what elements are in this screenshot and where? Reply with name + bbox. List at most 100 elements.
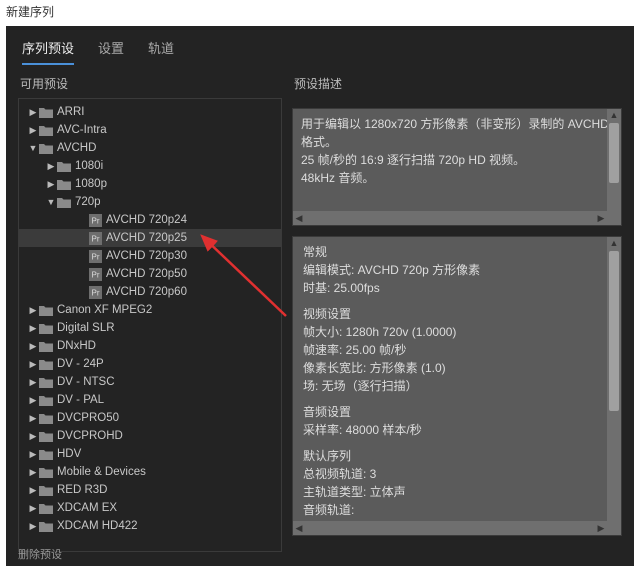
description-line: 用于编辑以 1280x720 方形像素（非变形）录制的 AVCHD 格式。	[301, 115, 613, 151]
folder-icon	[39, 521, 53, 532]
tab-bar: 序列预设 设置 轨道	[6, 26, 634, 75]
tree-folder[interactable]: ▶DVCPRO50	[19, 409, 281, 427]
tab-settings[interactable]: 设置	[98, 38, 124, 65]
tree-folder[interactable]: ▶HDV	[19, 445, 281, 463]
disclosure-right-icon[interactable]: ▶	[27, 445, 39, 463]
disclosure-right-icon[interactable]: ▶	[27, 409, 39, 427]
scroll-right-icon[interactable]: ▶	[595, 211, 607, 225]
tree-folder[interactable]: ▶Canon XF MPEG2	[19, 301, 281, 319]
tree-item-label: Digital SLR	[57, 319, 115, 337]
tree-item-label: AVCHD 720p24	[106, 211, 187, 229]
disclosure-right-icon[interactable]: ▶	[27, 463, 39, 481]
disclosure-right-icon[interactable]: ▶	[27, 427, 39, 445]
tree-preset[interactable]: PrAVCHD 720p24	[19, 211, 281, 229]
svg-text:Pr: Pr	[92, 252, 100, 261]
tree-preset[interactable]: Pr AVCHD 720p25	[19, 229, 281, 247]
tree-folder[interactable]: ▼720p	[19, 193, 281, 211]
disclosure-right-icon[interactable]: ▶	[27, 319, 39, 337]
scroll-left-icon[interactable]: ◀	[293, 521, 305, 535]
disclosure-right-icon[interactable]: ▶	[27, 499, 39, 517]
tree-item-label: Mobile & Devices	[57, 463, 146, 481]
tree-item-label: DV - NTSC	[57, 373, 115, 391]
preset-icon: Pr	[89, 250, 102, 263]
available-presets-label: 可用预设	[18, 75, 282, 92]
detail-line: 帧大小: 1280h 720v (1.0000)	[303, 323, 611, 341]
svg-text:Pr: Pr	[92, 270, 100, 279]
tree-preset[interactable]: PrAVCHD 720p30	[19, 247, 281, 265]
tree-folder[interactable]: ▶ ARRI	[19, 103, 281, 121]
preset-tree[interactable]: ▶ARRI▶AVC-Intra▼AVCHD▶1080i▶1080p▼720pPr…	[18, 98, 282, 552]
tree-folder[interactable]: ▶ DV - NTSC	[19, 373, 281, 391]
window-title: 新建序列	[6, 3, 54, 20]
tree-preset[interactable]: PrAVCHD 720p50	[19, 265, 281, 283]
preset-icon: Pr	[89, 286, 102, 299]
tree-folder[interactable]: ▶DV - 24P	[19, 355, 281, 373]
delete-preset-link[interactable]: 删除预设	[18, 546, 62, 562]
detail-line: 帧速率: 25.00 帧/秒	[303, 341, 611, 359]
scroll-left-icon[interactable]: ◀	[293, 211, 305, 225]
disclosure-right-icon[interactable]: ▶	[27, 517, 39, 535]
scrollbar-vertical[interactable]: ▲ ▼	[607, 237, 621, 535]
scroll-thumb[interactable]	[609, 123, 619, 183]
tab-tracks[interactable]: 轨道	[148, 38, 174, 65]
tree-folder[interactable]: ▶XDCAM EX	[19, 499, 281, 517]
scroll-right-icon[interactable]: ▶	[595, 521, 607, 535]
folder-icon	[39, 395, 53, 406]
tree-item-label: AVCHD 720p25	[106, 229, 187, 247]
preset-description-label: 预设描述	[292, 75, 622, 92]
disclosure-right-icon[interactable]: ▶	[27, 337, 39, 355]
detail-line: 总视频轨道: 3	[303, 465, 611, 483]
tree-folder[interactable]: ▶ 1080i	[19, 157, 281, 175]
disclosure-right-icon[interactable]: ▶	[27, 355, 39, 373]
detail-line: 场: 无场（逐行扫描）	[303, 377, 611, 395]
detail-line: 常规	[303, 243, 611, 261]
scroll-up-icon[interactable]: ▲	[607, 109, 621, 121]
folder-icon	[39, 503, 53, 514]
scrollbar-horizontal[interactable]: ◀ ▶	[293, 521, 607, 535]
preset-details: 常规编辑模式: AVCHD 720p 方形像素时基: 25.00fps 视频设置…	[292, 236, 622, 536]
disclosure-right-icon[interactable]: ▶	[45, 157, 57, 175]
folder-icon	[39, 485, 53, 496]
folder-icon	[39, 323, 53, 334]
tree-folder[interactable]: ▶ Digital SLR	[19, 319, 281, 337]
scrollbar-horizontal[interactable]: ◀ ▶	[293, 211, 607, 225]
disclosure-right-icon[interactable]: ▶	[27, 103, 39, 121]
disclosure-right-icon[interactable]: ▶	[27, 121, 39, 139]
detail-line	[303, 439, 611, 447]
disclosure-right-icon[interactable]: ▶	[45, 175, 57, 193]
folder-icon	[57, 179, 71, 190]
detail-line	[303, 297, 611, 305]
tree-item-label: 1080i	[75, 157, 103, 175]
tree-item-label: ARRI	[57, 103, 84, 121]
scroll-up-icon[interactable]: ▲	[607, 237, 621, 249]
disclosure-right-icon[interactable]: ▶	[27, 391, 39, 409]
tree-folder[interactable]: ▼AVCHD	[19, 139, 281, 157]
svg-text:Pr: Pr	[92, 288, 100, 297]
tree-folder[interactable]: ▶DV - PAL	[19, 391, 281, 409]
tree-folder[interactable]: ▶ AVC-Intra	[19, 121, 281, 139]
tree-folder[interactable]: ▶RED R3D	[19, 481, 281, 499]
tab-presets[interactable]: 序列预设	[22, 38, 74, 65]
disclosure-down-icon[interactable]: ▼	[27, 139, 39, 157]
folder-icon	[39, 143, 53, 154]
preset-icon: Pr	[89, 232, 102, 245]
scrollbar-vertical[interactable]: ▲ ▼	[607, 109, 621, 225]
disclosure-right-icon[interactable]: ▶	[27, 301, 39, 319]
scrollbar-corner	[607, 211, 621, 225]
tree-folder[interactable]: ▶DNxHD	[19, 337, 281, 355]
tree-folder[interactable]: ▶1080p	[19, 175, 281, 193]
disclosure-down-icon[interactable]: ▼	[45, 193, 57, 211]
scroll-thumb[interactable]	[609, 251, 619, 411]
disclosure-right-icon[interactable]: ▶	[27, 481, 39, 499]
svg-text:Pr: Pr	[92, 234, 100, 243]
tree-folder[interactable]: ▶XDCAM HD422	[19, 517, 281, 535]
tree-folder[interactable]: ▶ Mobile & Devices	[19, 463, 281, 481]
tree-folder[interactable]: ▶DVCPROHD	[19, 427, 281, 445]
tree-item-label: AVCHD 720p60	[106, 283, 187, 301]
tree-preset[interactable]: Pr AVCHD 720p60	[19, 283, 281, 301]
folder-icon	[39, 107, 53, 118]
tree-item-label: AVC-Intra	[57, 121, 107, 139]
disclosure-right-icon[interactable]: ▶	[27, 373, 39, 391]
detail-line: 主轨道类型: 立体声	[303, 483, 611, 501]
detail-line: 采样率: 48000 样本/秒	[303, 421, 611, 439]
